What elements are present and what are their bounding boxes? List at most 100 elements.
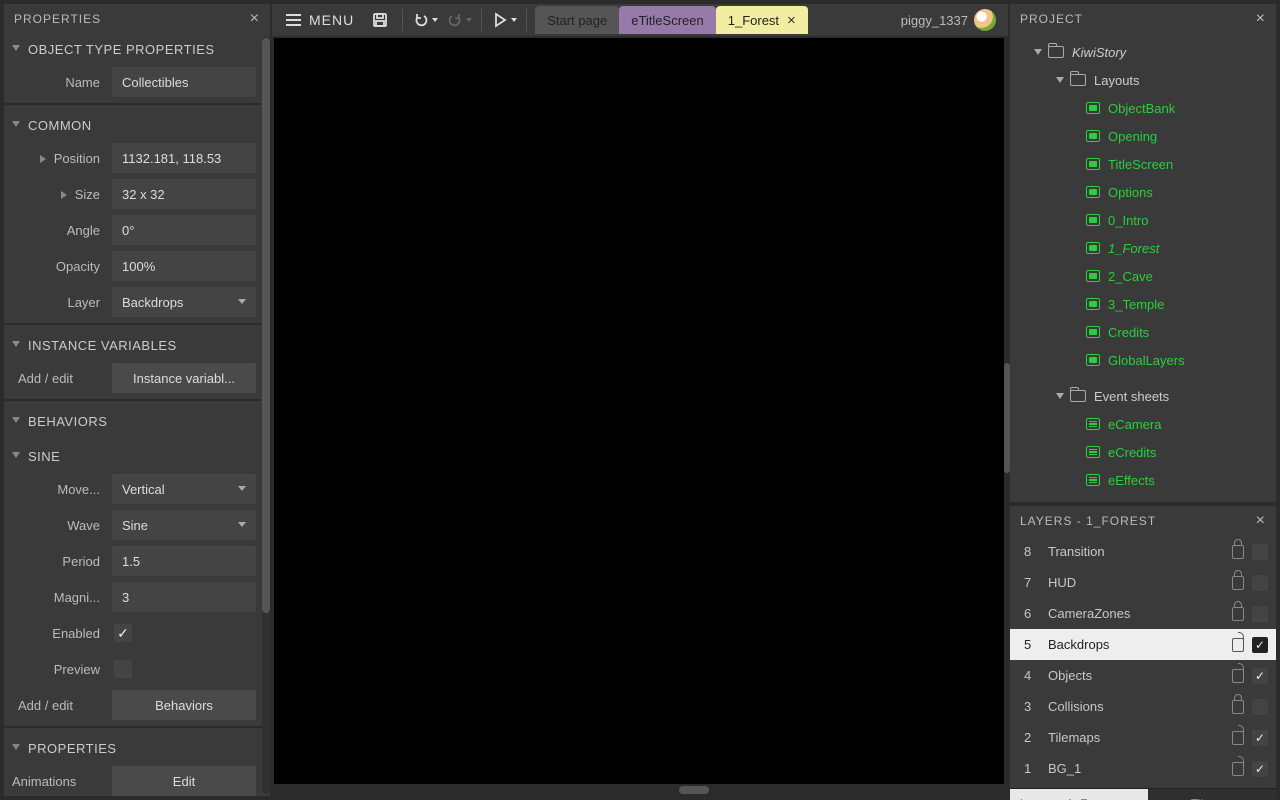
redo-button[interactable]	[443, 6, 475, 34]
close-icon[interactable]: ×	[1256, 10, 1266, 28]
scrollbar-thumb[interactable]	[262, 38, 270, 613]
layer-name: Objects	[1048, 668, 1232, 683]
layer-number: 5	[1024, 637, 1048, 652]
visibility-checkbox[interactable]	[1252, 544, 1268, 560]
user-info[interactable]: piggy_1337	[901, 9, 1002, 31]
tab-etitlescreen[interactable]: eTitleScreen	[619, 6, 716, 34]
tab-start-page[interactable]: Start page	[535, 6, 619, 34]
visibility-checkbox[interactable]	[1252, 668, 1268, 684]
tree-item-event-sheet[interactable]: eCamera	[1016, 410, 1270, 438]
lock-icon[interactable]	[1232, 638, 1244, 652]
wave-select[interactable]: Sine	[112, 510, 256, 540]
tree-item-layout[interactable]: ObjectBank	[1016, 94, 1270, 122]
layers-list: 8Transition7HUD6CameraZones5Backdrops4Ob…	[1010, 536, 1276, 784]
section-common[interactable]: COMMON	[4, 110, 262, 140]
layer-row[interactable]: 1BG_1	[1010, 753, 1276, 784]
edit-button[interactable]: Edit	[112, 766, 256, 796]
layer-name: Collisions	[1048, 699, 1232, 714]
position-field[interactable]: 1132.181, 118.53	[112, 143, 256, 173]
tree-item-event-sheet[interactable]: eCredits	[1016, 438, 1270, 466]
tab-bar: Start page eTitleScreen 1_Forest×	[535, 6, 808, 34]
username-label: piggy_1337	[901, 13, 968, 28]
visibility-checkbox[interactable]	[1252, 606, 1268, 622]
close-icon[interactable]: ×	[1256, 512, 1266, 530]
layer-number: 6	[1024, 606, 1048, 621]
visibility-checkbox[interactable]	[1252, 575, 1268, 591]
lock-icon[interactable]	[1232, 576, 1244, 590]
section-sine[interactable]: SINE	[4, 441, 262, 471]
visibility-checkbox[interactable]	[1252, 761, 1268, 777]
project-tree: KiwiStory Layouts ObjectBankOpeningTitle…	[1010, 34, 1276, 498]
menu-button[interactable]: MENU	[278, 6, 362, 34]
visibility-checkbox[interactable]	[1252, 730, 1268, 746]
layer-row[interactable]: 2Tilemaps	[1010, 722, 1276, 753]
tab-tilemap[interactable]: Tilemap	[1148, 789, 1276, 800]
section-object-type[interactable]: OBJECT TYPE PROPERTIES	[4, 34, 262, 64]
size-field[interactable]: 32 x 32	[112, 179, 256, 209]
layer-row[interactable]: 8Transition	[1010, 536, 1276, 567]
tree-item-layout[interactable]: GlobalLayers	[1016, 346, 1270, 374]
tree-root[interactable]: KiwiStory	[1016, 38, 1270, 66]
layer-row[interactable]: 3Collisions	[1010, 691, 1276, 722]
section-properties[interactable]: PROPERTIES	[4, 733, 262, 763]
enabled-checkbox[interactable]: ✓	[114, 624, 132, 642]
save-button[interactable]	[364, 6, 396, 34]
preview-checkbox[interactable]	[114, 660, 132, 678]
scrollbar-thumb[interactable]	[679, 786, 709, 794]
scrollbar-thumb[interactable]	[1004, 363, 1010, 473]
opacity-label: Opacity	[4, 259, 112, 274]
tree-item-layout[interactable]: Options	[1016, 178, 1270, 206]
lock-icon[interactable]	[1232, 607, 1244, 621]
behaviors-button[interactable]: Behaviors	[112, 690, 256, 720]
layer-row[interactable]: 6CameraZones	[1010, 598, 1276, 629]
instance-variables-button[interactable]: Instance variabl...	[112, 363, 256, 393]
movement-select[interactable]: Vertical	[112, 474, 256, 504]
layout-canvas[interactable]	[274, 38, 1004, 784]
play-button[interactable]	[488, 6, 520, 34]
layer-row[interactable]: 4Objects	[1010, 660, 1276, 691]
undo-button[interactable]	[409, 6, 441, 34]
section-instance-variables[interactable]: INSTANCE VARIABLES	[4, 330, 262, 360]
tab-layers[interactable]: Layers - 1_F...×	[1010, 789, 1148, 800]
tree-item-layout[interactable]: Credits	[1016, 318, 1270, 346]
name-label: Name	[4, 75, 112, 90]
layer-row[interactable]: 7HUD	[1010, 567, 1276, 598]
magnitude-field[interactable]: 3	[112, 582, 256, 612]
angle-field[interactable]: 0°	[112, 215, 256, 245]
tree-item-layout[interactable]: 1_Forest	[1016, 234, 1270, 262]
tree-item-event-sheet[interactable]: eEffects	[1016, 466, 1270, 494]
movement-label: Move...	[4, 482, 112, 497]
scrollbar[interactable]	[262, 36, 270, 794]
opacity-field[interactable]: 100%	[112, 251, 256, 281]
tree-folder-layouts[interactable]: Layouts	[1016, 66, 1270, 94]
tree-item-layout[interactable]: TitleScreen	[1016, 150, 1270, 178]
tree-item-layout[interactable]: 3_Temple	[1016, 290, 1270, 318]
tree-item-layout[interactable]: 2_Cave	[1016, 262, 1270, 290]
close-icon[interactable]: ×	[787, 12, 796, 29]
tree-folder-event-sheets[interactable]: Event sheets	[1016, 382, 1270, 410]
layer-row[interactable]: 5Backdrops	[1010, 629, 1276, 660]
visibility-checkbox[interactable]	[1252, 637, 1268, 653]
lock-icon[interactable]	[1232, 731, 1244, 745]
chevron-down-icon	[12, 744, 20, 750]
lock-icon[interactable]	[1232, 669, 1244, 683]
lock-icon[interactable]	[1232, 762, 1244, 776]
close-icon[interactable]: ×	[1132, 796, 1140, 800]
horizontal-scrollbar[interactable]	[274, 786, 1002, 794]
period-field[interactable]: 1.5	[112, 546, 256, 576]
layer-number: 1	[1024, 761, 1048, 776]
section-behaviors[interactable]: BEHAVIORS	[4, 406, 262, 436]
close-icon[interactable]: ×	[250, 10, 260, 28]
angle-label: Angle	[4, 223, 112, 238]
lock-icon[interactable]	[1232, 545, 1244, 559]
lock-icon[interactable]	[1232, 700, 1244, 714]
visibility-checkbox[interactable]	[1252, 699, 1268, 715]
name-field[interactable]: Collectibles	[112, 67, 256, 97]
tree-item-layout[interactable]: Opening	[1016, 122, 1270, 150]
project-header: PROJECT ×	[1010, 4, 1276, 34]
tree-item-layout[interactable]: 0_Intro	[1016, 206, 1270, 234]
properties-scroll: OBJECT TYPE PROPERTIES Name Collectibles…	[4, 34, 262, 796]
vertical-scrollbar[interactable]	[1004, 38, 1010, 782]
layer-select[interactable]: Backdrops	[112, 287, 256, 317]
tab-1-forest[interactable]: 1_Forest×	[716, 6, 808, 34]
